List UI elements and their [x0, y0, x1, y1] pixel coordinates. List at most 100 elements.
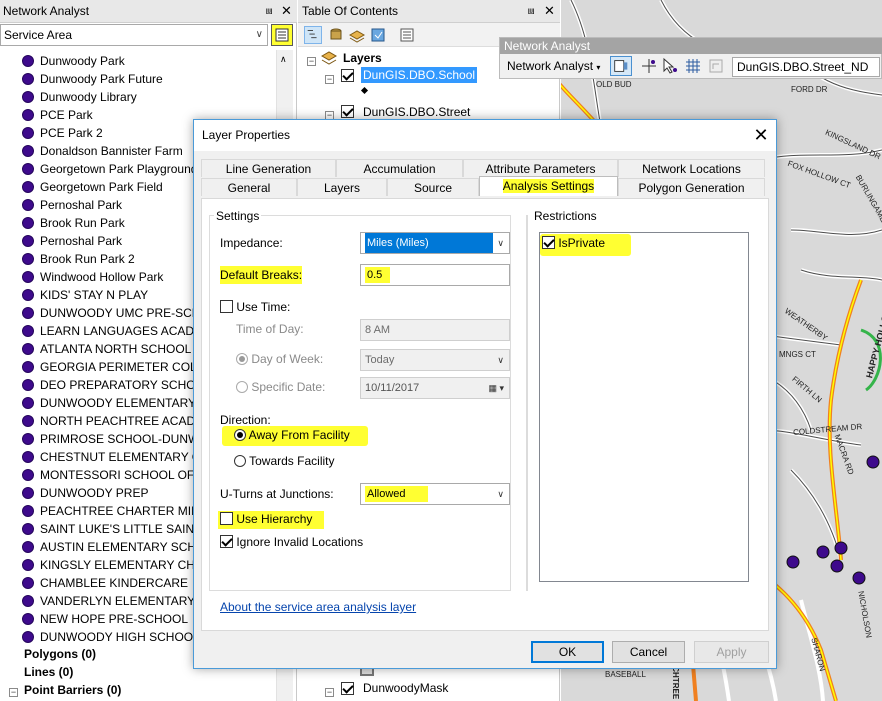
facility-item[interactable]: KIDS' STAY N PLAY [22, 286, 148, 304]
point-barriers-expander[interactable]: − [9, 684, 18, 698]
dialog-titlebar[interactable]: Layer Properties [194, 120, 776, 151]
facility-item[interactable]: Brook Run Park 2 [22, 250, 135, 268]
lines-node[interactable]: Lines (0) [24, 665, 73, 679]
polygons-node[interactable]: Polygons (0) [24, 647, 96, 661]
tab-general[interactable]: General [201, 178, 297, 196]
day-of-week-radio[interactable]: Day of Week: [236, 352, 323, 366]
facility-item[interactable]: ATLANTA NORTH SCHOOL OF [22, 340, 211, 358]
use-hierarchy-checkbox[interactable]: Use Hierarchy [218, 511, 325, 529]
layers-node[interactable]: Layers [343, 51, 382, 65]
facility-item[interactable]: NEW HOPE PRE-SCHOOL [22, 610, 188, 628]
facility-item[interactable]: Dunwoody Park [22, 52, 125, 70]
specific-date-radio[interactable]: Specific Date: [236, 380, 325, 394]
tab-layers[interactable]: Layers [297, 178, 387, 196]
create-network-location-icon[interactable] [640, 57, 658, 75]
tab-attribute-parameters[interactable]: Attribute Parameters [463, 159, 618, 177]
facility-item[interactable]: Brook Run Park [22, 214, 125, 232]
layer-school[interactable]: DunGIS.DBO.School [361, 67, 478, 83]
facility-symbol-icon [22, 217, 34, 229]
chevron-down-icon: ∨ [497, 489, 504, 499]
facility-item[interactable]: DUNWOODY HIGH SCHOOL [22, 628, 200, 646]
point-barriers-node[interactable]: Point Barriers (0) [24, 683, 121, 697]
ignore-invalid-checkbox[interactable]: Ignore Invalid Locations [220, 535, 363, 549]
day-of-week-select[interactable]: Today ∨ [360, 349, 510, 371]
facility-item[interactable]: AUSTIN ELEMENTARY SCHOOL [22, 538, 221, 556]
solve-grid-icon[interactable] [684, 57, 702, 75]
facility-item[interactable]: Georgetown Park Field [22, 178, 163, 196]
facility-symbol-icon [22, 343, 34, 355]
layers-expander[interactable]: − [307, 53, 316, 67]
uturns-label: U-Turns at Junctions: [220, 487, 334, 501]
na-menu-button[interactable]: Network Analyst ▾ [503, 57, 606, 76]
facility-item[interactable]: Pernoshal Park [22, 196, 122, 214]
tab-polygon-generation[interactable]: Polygon Generation [618, 178, 765, 196]
restrictions-list[interactable]: IsPrivate [539, 232, 749, 582]
chevron-up-icon[interactable]: ∧ [280, 54, 287, 65]
layer-street[interactable]: DunGIS.DBO.Street [363, 105, 470, 119]
tab-source[interactable]: Source [387, 178, 479, 196]
school-expander[interactable]: − [325, 71, 334, 85]
tab-network-locations[interactable]: Network Locations [618, 159, 765, 177]
directions-icon[interactable] [707, 57, 725, 75]
use-time-checkbox[interactable]: Use Time: [220, 300, 290, 314]
na-toolbar-title[interactable]: Network Analyst [500, 38, 882, 54]
mask-visibility-checkbox[interactable] [341, 682, 354, 696]
tab-line-generation[interactable]: Line Generation [201, 159, 336, 177]
list-by-visibility-icon[interactable] [348, 26, 366, 44]
facility-item[interactable]: Dunwoody Library [22, 88, 137, 106]
calendar-icon[interactable]: ▦ ▾ [488, 378, 504, 398]
facility-item[interactable]: LEARN LANGUAGES ACADEMY [22, 322, 220, 340]
facility-item[interactable]: PCE Park 2 [22, 124, 103, 142]
close-icon[interactable]: ✕ [544, 0, 555, 22]
cancel-button[interactable]: Cancel [612, 641, 685, 663]
default-breaks-input[interactable]: 0.5 [360, 264, 510, 286]
list-by-source-icon[interactable] [327, 26, 345, 44]
direction-towards-radio[interactable]: Towards Facility [234, 454, 334, 468]
toc-titlebar[interactable]: Table Of Contents ⩏ ✕ [298, 0, 560, 23]
close-icon[interactable]: ✕ [281, 0, 292, 22]
mask-expander[interactable]: − [325, 684, 334, 698]
restriction-isprivate-label: IsPrivate [558, 236, 606, 250]
facility-item[interactable]: SAINT LUKE'S LITTLE SAINTS [22, 520, 209, 538]
analysis-layer-value: Service Area [4, 28, 73, 42]
restriction-isprivate[interactable]: IsPrivate [540, 234, 632, 256]
analysis-layer-select[interactable]: Service Area ∨ [0, 24, 268, 46]
impedance-select[interactable]: Miles (Miles) ∨ [360, 232, 510, 254]
na-window-properties-button[interactable] [271, 24, 293, 46]
tab-analysis-settings[interactable]: Analysis Settings [479, 176, 618, 196]
facility-item[interactable]: DUNWOODY PREP [22, 484, 148, 502]
select-move-location-icon[interactable] [661, 57, 679, 75]
ok-button[interactable]: OK [531, 641, 604, 663]
na-window-title: Network Analyst [3, 4, 90, 18]
street-visibility-checkbox[interactable] [341, 105, 354, 119]
school-visibility-checkbox[interactable] [341, 69, 354, 83]
facility-item[interactable]: Donaldson Bannister Farm [22, 142, 183, 160]
na-window-toggle-icon[interactable] [610, 56, 632, 76]
options-icon[interactable] [398, 26, 416, 44]
tab-accumulation[interactable]: Accumulation [336, 159, 463, 177]
network-dataset-field[interactable]: DunGIS.DBO.Street_ND [732, 57, 880, 77]
facility-item[interactable]: NORTH PEACHTREE ACADEMY [22, 412, 221, 430]
specific-date-picker[interactable]: 10/11/2017 ▦ ▾ [360, 377, 510, 399]
facility-item[interactable]: Dunwoody Park Future [22, 70, 163, 88]
facility-item[interactable]: PCE Park [22, 106, 93, 124]
facility-item[interactable]: Georgetown Park Playground [22, 160, 197, 178]
facility-item[interactable]: CHAMBLEE KINDERCARE [22, 574, 188, 592]
use-hierarchy-label: Use Hierarchy [236, 512, 313, 526]
dialog-close-button[interactable]: ✕ [746, 120, 776, 151]
direction-away-radio[interactable]: Away From Facility [222, 426, 368, 446]
facility-symbol-icon [22, 361, 34, 373]
pin-icon[interactable]: ⩏ [528, 0, 534, 23]
about-service-area-link[interactable]: About the service area analysis layer [220, 600, 416, 614]
facility-item[interactable]: Windwood Hollow Park [22, 268, 163, 286]
facility-item[interactable]: Pernoshal Park [22, 232, 122, 250]
facility-item[interactable]: DEO PREPARATORY SCHOOL [22, 376, 212, 394]
apply-button[interactable]: Apply [694, 641, 769, 663]
list-by-selection-icon[interactable] [369, 26, 387, 44]
uturns-select[interactable]: Allowed ∨ [360, 483, 510, 505]
time-of-day-input[interactable]: 8 AM [360, 319, 510, 341]
list-by-drawing-order-icon[interactable] [304, 26, 322, 44]
na-window-titlebar[interactable]: Network Analyst ⩏ ✕ [0, 0, 297, 23]
pin-icon[interactable]: ⩏ [266, 0, 272, 23]
layer-dunwoody-mask[interactable]: DunwoodyMask [363, 681, 448, 695]
